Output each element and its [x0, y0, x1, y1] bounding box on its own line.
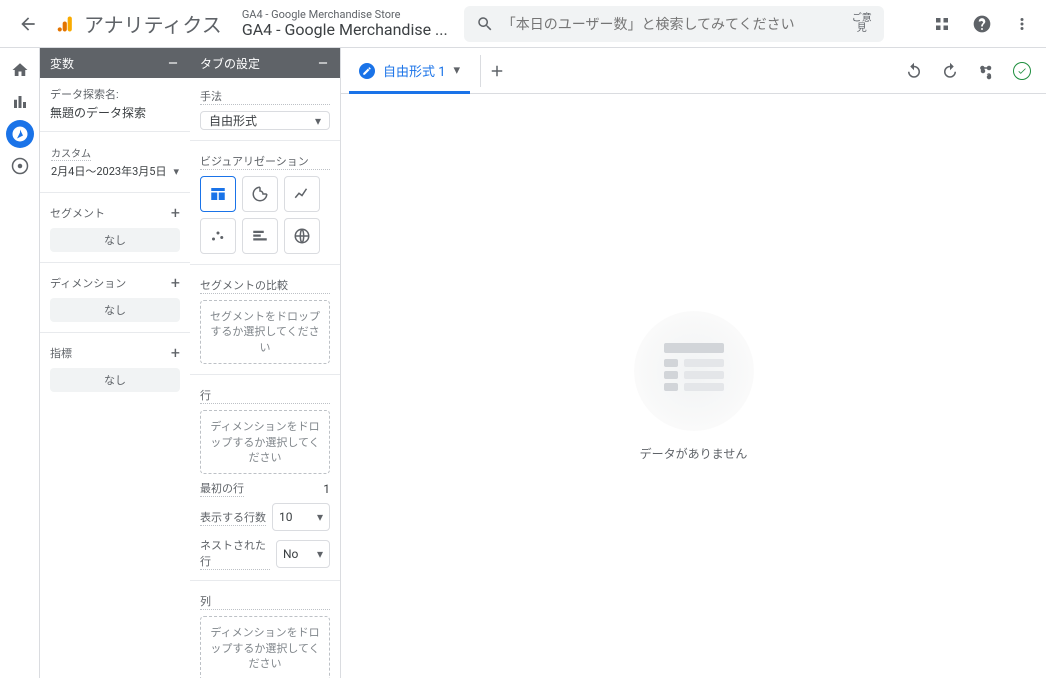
technique-value: 自由形式	[209, 112, 257, 129]
add-metric-icon[interactable]: +	[171, 343, 180, 362]
status-ok-icon[interactable]	[1006, 55, 1038, 87]
cols-drop[interactable]: ディメンションをドロップするか選択してください	[200, 616, 330, 678]
search-input[interactable]	[502, 16, 844, 32]
help-icon[interactable]	[966, 4, 998, 44]
nav-explore-icon[interactable]	[6, 120, 34, 148]
nav-advertising-icon[interactable]	[6, 152, 34, 180]
date-range-picker[interactable]: カスタム 2月4日～2023年3月5日 ▾	[50, 142, 180, 182]
nav-reports-icon[interactable]	[6, 88, 34, 116]
canvas-area: 自由形式 1 ▾	[340, 48, 1046, 678]
visualization-label: ビジュアリゼーション	[200, 153, 330, 170]
first-row-label: 最初の行	[200, 480, 244, 497]
rows-shown-value: 10	[279, 510, 293, 524]
metrics-none-chip[interactable]: なし	[50, 368, 180, 392]
empty-illustration-icon	[634, 311, 754, 431]
redo-icon[interactable]	[934, 55, 966, 87]
account-switcher[interactable]: GA4 - Google Merchandise Store GA4 - Goo…	[242, 9, 448, 39]
add-dimension-icon[interactable]: +	[171, 273, 180, 292]
tab-freeform-1[interactable]: 自由形式 1 ▾	[349, 48, 470, 94]
cols-section-label: 列	[200, 593, 330, 610]
dimensions-none-chip[interactable]: なし	[50, 298, 180, 322]
segments-label: セグメント	[50, 205, 105, 221]
ga-logo-icon	[56, 4, 76, 44]
first-row-value: 1	[323, 482, 330, 496]
variables-title: 変数	[50, 55, 74, 72]
share-icon[interactable]	[970, 55, 1002, 87]
product-title: アナリティクス	[84, 9, 222, 38]
collapse-variables-icon[interactable]	[166, 56, 180, 70]
tab-settings-panel: タブの設定 手法 自由形式 ▾ ビジュアリゼーション	[190, 48, 340, 678]
account-name: GA4 - Google Merchandise Store	[242, 9, 448, 21]
dimensions-label: ディメンション	[50, 275, 126, 291]
date-range-label: カスタム	[51, 145, 91, 161]
technique-label: 手法	[200, 88, 330, 105]
segment-compare-drop[interactable]: セグメントをドロップするか選択してください	[200, 300, 330, 364]
add-segment-icon[interactable]: +	[171, 203, 180, 222]
viz-bar-icon[interactable]	[242, 218, 278, 254]
tab-settings-title: タブの設定	[200, 55, 260, 72]
viz-table-icon[interactable]	[200, 176, 236, 212]
nested-rows-value: No	[283, 547, 298, 561]
search-icon	[476, 15, 494, 33]
nav-home-icon[interactable]	[6, 56, 34, 84]
edit-icon	[359, 63, 375, 79]
exploration-name-value[interactable]: 無題のデータ探索	[50, 104, 180, 121]
collapse-settings-icon[interactable]	[316, 56, 330, 70]
viz-geo-icon[interactable]	[284, 218, 320, 254]
viz-line-icon[interactable]	[284, 176, 320, 212]
property-name: GA4 - Google Merchandise ...	[242, 21, 448, 39]
metrics-label: 指標	[50, 345, 72, 361]
chevron-down-icon: ▾	[173, 165, 179, 178]
technique-select[interactable]: 自由形式 ▾	[200, 111, 330, 130]
rows-section-label: 行	[200, 387, 330, 404]
nested-rows-label: ネストされた行	[200, 537, 270, 570]
tab-menu-chevron-icon[interactable]: ▾	[454, 63, 461, 78]
rows-drop[interactable]: ディメンションをドロップするか選択してください	[200, 410, 330, 474]
viz-donut-icon[interactable]	[242, 176, 278, 212]
left-nav-rail	[0, 48, 40, 678]
feedback-link[interactable]: ご意 見	[852, 14, 872, 34]
segments-none-chip[interactable]: なし	[50, 228, 180, 252]
date-range-value: 2月4日～2023年3月5日	[51, 163, 166, 179]
rows-shown-label: 表示する行数	[200, 509, 266, 526]
back-icon[interactable]	[8, 4, 48, 44]
rows-shown-select[interactable]: 10 ▾	[272, 503, 330, 531]
tab-label: 自由形式 1	[383, 61, 446, 80]
more-icon[interactable]	[1006, 4, 1038, 44]
chevron-down-icon: ▾	[315, 114, 321, 128]
chevron-down-icon: ▾	[317, 547, 323, 561]
exploration-name-label: データ探索名:	[50, 86, 180, 102]
apps-icon[interactable]	[926, 4, 958, 44]
viz-scatter-icon[interactable]	[200, 218, 236, 254]
chevron-down-icon: ▾	[317, 510, 323, 524]
add-tab-button[interactable]	[480, 55, 512, 87]
undo-icon[interactable]	[898, 55, 930, 87]
variables-panel: 変数 データ探索名: 無題のデータ探索 カスタム 2月4日～2023年3月5日 …	[40, 48, 190, 678]
empty-message: データがありません	[640, 445, 748, 462]
nested-rows-select[interactable]: No ▾	[276, 540, 330, 568]
segment-compare-label: セグメントの比較	[200, 277, 330, 294]
search-field[interactable]: ご意 見	[464, 6, 884, 42]
